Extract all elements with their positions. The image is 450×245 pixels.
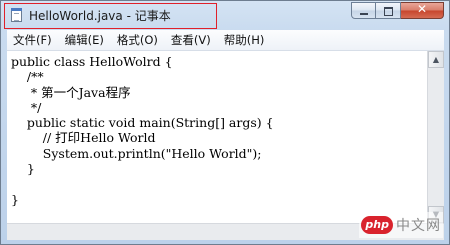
notepad-icon[interactable] (11, 8, 22, 22)
menu-view[interactable]: 查看(V) (165, 32, 215, 48)
minimize-icon (360, 13, 368, 15)
maximize-icon (384, 7, 393, 16)
scroll-up-arrow-icon[interactable]: ▲ (428, 51, 444, 68)
minimize-button[interactable] (351, 2, 376, 19)
menu-help[interactable]: 帮助(H) (218, 32, 269, 48)
maximize-button[interactable] (376, 2, 401, 19)
menu-edit[interactable]: 编辑(E) (59, 32, 108, 48)
text-editor-area[interactable]: public class HelloWolrd { /** * 第一个Java程… (7, 51, 427, 223)
menu-format[interactable]: 格式(O) (111, 32, 162, 48)
caption-buttons: ✕ (351, 2, 444, 20)
editor-content[interactable]: public class HelloWolrd { /** * 第一个Java程… (7, 51, 427, 207)
vertical-scrollbar[interactable]: ▲ ▼ (427, 51, 444, 223)
close-button[interactable]: ✕ (401, 2, 444, 19)
window-title: HelloWorld.java - 记事本 (29, 9, 171, 23)
php-logo: php (361, 216, 393, 234)
watermark-text: 中文网 (396, 218, 441, 234)
php-cn-watermark: php 中文网 (359, 212, 443, 238)
notepad-window: HelloWorld.java - 记事本 ✕ 文件(F) 编辑(E) 格式(O… (0, 0, 450, 245)
menu-file[interactable]: 文件(F) (7, 32, 56, 48)
title-bar[interactable]: HelloWorld.java - 记事本 ✕ (1, 1, 449, 30)
menu-bar: 文件(F) 编辑(E) 格式(O) 查看(V) 帮助(H) (7, 30, 444, 51)
close-icon: ✕ (416, 2, 428, 16)
